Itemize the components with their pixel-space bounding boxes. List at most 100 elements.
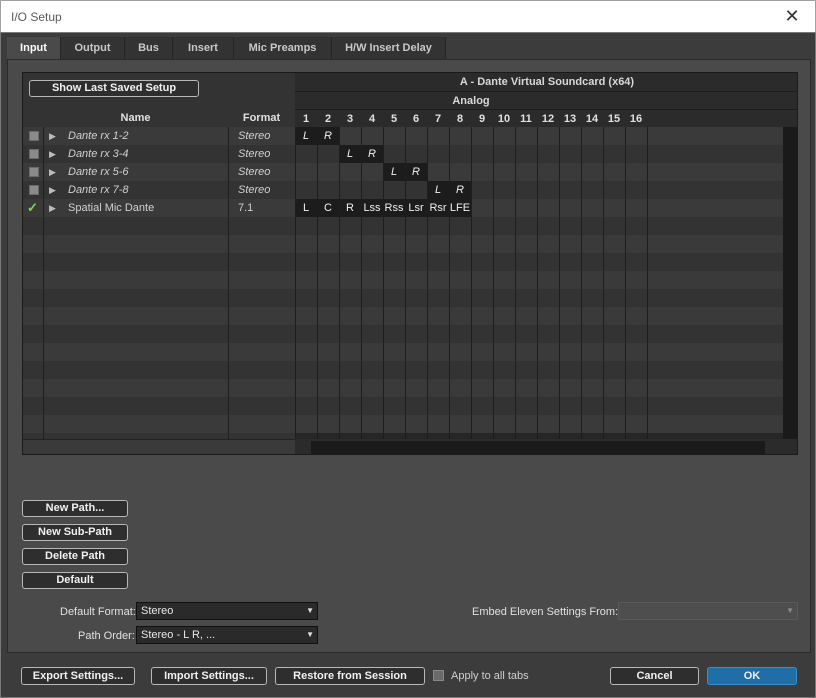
horizontal-scroll-thumb[interactable] <box>311 441 765 454</box>
format-column-header: Format <box>228 109 295 127</box>
path-order-value: Stereo - L R, ... <box>141 629 216 641</box>
expand-triangle-icon[interactable]: ▶ <box>49 181 56 199</box>
empty-row <box>23 379 797 397</box>
default-button[interactable]: Default <box>22 572 128 589</box>
empty-row <box>23 343 797 361</box>
channel-assignment-cell[interactable]: R <box>449 181 471 199</box>
path-order-select[interactable]: Stereo - L R, ... ▼ <box>136 626 318 644</box>
channel-number: 12 <box>541 113 555 125</box>
path-format[interactable]: Stereo <box>238 163 270 181</box>
expand-triangle-icon[interactable]: ▶ <box>49 199 56 217</box>
tab-output[interactable]: Output <box>61 37 125 59</box>
title-bar: I/O Setup ✕ <box>0 0 816 32</box>
export-settings-button[interactable]: Export Settings... <box>21 667 135 685</box>
channel-grid-line <box>427 127 428 439</box>
default-format-select[interactable]: Stereo ▼ <box>136 602 318 620</box>
channel-assignment-cell[interactable]: Lsr <box>405 199 427 217</box>
channel-grid-line <box>647 127 648 439</box>
restore-from-session-button[interactable]: Restore from Session <box>275 667 425 685</box>
channel-number-header: 1 2 3 4 5 6 7 8 9 10 11 12 13 14 15 16 <box>295 109 797 127</box>
import-settings-button[interactable]: Import Settings... <box>151 667 267 685</box>
channel-number: 13 <box>563 113 577 125</box>
path-active-checkbox[interactable] <box>29 149 39 159</box>
empty-row <box>23 397 797 415</box>
channel-assignment-cell[interactable]: L <box>427 181 449 199</box>
channel-number: 7 <box>434 113 442 125</box>
path-name[interactable]: Dante rx 7-8 <box>68 181 129 199</box>
close-icon[interactable]: ✕ <box>769 1 815 32</box>
path-row[interactable]: ▶ Dante rx 1-2 Stereo L R <box>23 127 797 145</box>
tab-hw-insert-delay[interactable]: H/W Insert Delay <box>332 37 446 59</box>
cancel-button[interactable]: Cancel <box>610 667 699 685</box>
empty-row <box>23 361 797 379</box>
path-row[interactable]: ✓ ▶ Spatial Mic Dante 7.1 L C R Lss Rss Lsr Rsr LFE <box>23 199 797 217</box>
path-list-footer <box>23 439 295 454</box>
apply-to-all-tabs-label: Apply to all tabs <box>451 670 529 682</box>
channel-grid-line <box>317 127 318 439</box>
expand-triangle-icon[interactable]: ▶ <box>49 127 56 145</box>
default-format-value: Stereo <box>141 605 174 617</box>
channel-number: 2 <box>324 113 332 125</box>
channel-grid-line <box>537 127 538 439</box>
channel-assignment-cell[interactable]: C <box>317 199 339 217</box>
channel-assignment-cell[interactable]: R <box>405 163 427 181</box>
channel-number: 14 <box>585 113 599 125</box>
dialog-frame: Input Output Bus Insert Mic Preamps H/W … <box>0 32 816 698</box>
new-sub-path-button[interactable]: New Sub-Path <box>22 524 128 541</box>
channel-assignment-cell[interactable]: L <box>339 145 361 163</box>
path-row[interactable]: ▶ Dante rx 5-6 Stereo L R <box>23 163 797 181</box>
path-active-checkbox[interactable] <box>29 131 39 141</box>
tab-insert[interactable]: Insert <box>173 37 234 59</box>
expand-triangle-icon[interactable]: ▶ <box>49 163 56 181</box>
channel-grid-line <box>493 127 494 439</box>
ok-button[interactable]: OK <box>707 667 797 685</box>
io-grid: Show Last Saved Setup A - Dante Virtual … <box>22 72 798 455</box>
tab-bus[interactable]: Bus <box>125 37 173 59</box>
expand-triangle-icon[interactable]: ▶ <box>49 145 56 163</box>
path-name[interactable]: Dante rx 1-2 <box>68 127 129 145</box>
path-format[interactable]: Stereo <box>238 181 270 199</box>
tab-input[interactable]: Input <box>7 37 61 61</box>
channel-assignment-cell[interactable]: R <box>361 145 383 163</box>
channel-assignment-cell[interactable]: R <box>317 127 339 145</box>
channel-assignment-cell[interactable]: LFE <box>449 199 471 217</box>
path-active-checkbox[interactable] <box>29 185 39 195</box>
channel-assignment-cell[interactable]: Rsr <box>427 199 449 217</box>
channel-assignment-cell[interactable]: L <box>295 199 317 217</box>
channel-assignment-cell[interactable]: L <box>383 163 405 181</box>
divider <box>295 127 296 439</box>
tab-mic-preamps[interactable]: Mic Preamps <box>234 37 332 59</box>
channel-assignment-cell[interactable]: Lss <box>361 199 383 217</box>
channel-number: 9 <box>478 113 486 125</box>
channel-assignment-cell[interactable]: R <box>339 199 361 217</box>
path-row[interactable]: ▶ Dante rx 3-4 Stereo L R <box>23 145 797 163</box>
horizontal-scrollbar[interactable] <box>295 439 797 454</box>
path-row[interactable]: ▶ Dante rx 7-8 Stereo L R <box>23 181 797 199</box>
channel-number: 16 <box>629 113 643 125</box>
apply-to-all-tabs-checkbox[interactable] <box>433 670 444 681</box>
path-name[interactable]: Dante rx 3-4 <box>68 145 129 163</box>
delete-path-button[interactable]: Delete Path <box>22 548 128 565</box>
path-format[interactable]: 7.1 <box>238 199 253 217</box>
checkmark-icon[interactable]: ✓ <box>27 199 38 217</box>
path-format[interactable]: Stereo <box>238 145 270 163</box>
empty-row <box>23 217 797 235</box>
channel-number: 10 <box>497 113 511 125</box>
window-title: I/O Setup <box>11 10 62 24</box>
path-format[interactable]: Stereo <box>238 127 270 145</box>
chevron-down-icon: ▼ <box>786 606 794 615</box>
channel-assignment-cell[interactable]: L <box>295 127 317 145</box>
channel-number: 15 <box>607 113 621 125</box>
path-name[interactable]: Dante rx 5-6 <box>68 163 129 181</box>
empty-row <box>23 235 797 253</box>
name-column-header: Name <box>43 109 228 127</box>
path-active-checkbox[interactable] <box>29 167 39 177</box>
embed-settings-select[interactable]: ▼ <box>618 602 798 620</box>
show-last-saved-setup-button[interactable]: Show Last Saved Setup <box>29 80 199 97</box>
channel-grid-line <box>515 127 516 439</box>
vertical-scrollbar[interactable] <box>783 127 797 439</box>
channel-number: 8 <box>456 113 464 125</box>
path-name[interactable]: Spatial Mic Dante <box>68 199 154 217</box>
channel-assignment-cell[interactable]: Rss <box>383 199 405 217</box>
new-path-button[interactable]: New Path... <box>22 500 128 517</box>
